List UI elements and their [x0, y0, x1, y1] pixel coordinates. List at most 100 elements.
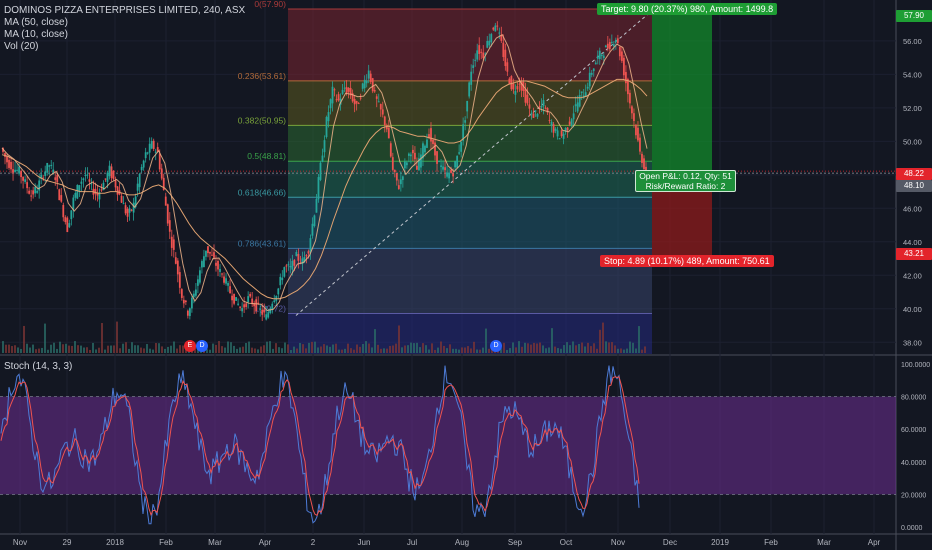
volume-bar: [137, 345, 139, 353]
dividend-event-icon[interactable]: D: [196, 340, 208, 352]
volume-bar: [506, 349, 508, 353]
volume-bar: [560, 348, 562, 353]
volume-bar: [548, 347, 550, 353]
candle-body: [144, 152, 147, 159]
stoch-legend[interactable]: Stoch (14, 3, 3): [4, 361, 72, 372]
candle-body: [271, 303, 274, 310]
candle-body: [407, 153, 410, 156]
candle-body: [410, 154, 412, 157]
candle-body: [625, 72, 627, 84]
volume-bar: [257, 349, 259, 353]
price-chart-canvas[interactable]: 56.0054.0052.0050.0048.0046.0044.0042.00…: [0, 0, 932, 550]
price-badge-last: 48.22: [896, 168, 932, 180]
candle-body: [448, 172, 450, 179]
candle-body: [606, 43, 609, 49]
candle-body: [309, 238, 312, 253]
candle-body: [393, 170, 396, 173]
candle-body: [160, 168, 163, 179]
dividend-event-icon[interactable]: D: [490, 340, 502, 352]
volume-bar: [245, 342, 247, 353]
candle-body: [136, 183, 139, 191]
candle-body: [154, 151, 157, 153]
volume-bar: [338, 349, 340, 353]
candle-body: [472, 65, 475, 69]
candle-body: [287, 264, 290, 266]
candle-body: [365, 80, 368, 84]
candle-body: [588, 72, 591, 87]
candle-body: [279, 276, 282, 286]
time-axis-label: Nov: [13, 538, 27, 547]
volume-bar: [362, 343, 364, 353]
candle-body: [572, 113, 575, 120]
candle-body: [16, 169, 18, 171]
candle-body: [391, 157, 394, 170]
chart-stage[interactable]: 56.0054.0052.0050.0048.0046.0044.0042.00…: [0, 0, 932, 550]
volume-bar: [629, 341, 631, 353]
candle-body: [259, 308, 262, 310]
candle-body: [343, 87, 346, 89]
candle-body: [209, 251, 211, 254]
candle-body: [267, 312, 270, 318]
candle-body: [219, 268, 221, 272]
candle-body: [249, 294, 252, 297]
volume-legend[interactable]: Vol (20): [4, 41, 245, 53]
candle-body: [255, 299, 258, 311]
candle-body: [355, 101, 358, 104]
candle-body: [44, 171, 47, 177]
symbol-title[interactable]: DOMINOS PIZZA ENTERPRISES LIMITED, 240, …: [4, 5, 245, 17]
candle-body: [12, 169, 14, 173]
volume-bar: [236, 348, 238, 353]
candle-body: [494, 25, 497, 32]
volume-bar: [251, 347, 253, 353]
candle-body: [478, 45, 481, 54]
pnl-box[interactable]: Open P&L: 0.12, Qty: 51 Risk/Reward Rati…: [635, 170, 736, 192]
volume-bar: [341, 349, 343, 353]
candle-body: [205, 250, 207, 257]
volume-bar: [290, 349, 292, 353]
ma50-legend[interactable]: MA (50, close): [4, 17, 245, 29]
volume-bar: [611, 342, 613, 353]
fib-level-label: 0.786(43.61): [238, 238, 286, 248]
volume-bar: [260, 346, 262, 353]
time-axis-label: Mar: [817, 538, 831, 547]
volume-bar: [458, 349, 460, 353]
candle-body: [542, 100, 545, 107]
volume-bar: [359, 346, 361, 353]
candle-body: [440, 165, 442, 167]
price-tick-label: 56.00: [903, 37, 922, 46]
candle-body: [50, 164, 53, 166]
earnings-event-icon[interactable]: E: [184, 340, 196, 352]
candle-body: [192, 293, 195, 298]
candle-body: [82, 178, 85, 181]
volume-bar: [299, 342, 301, 353]
volume-bar: [383, 348, 385, 353]
volume-bar: [416, 342, 418, 353]
candle-body: [486, 40, 489, 48]
pnl-line-1: Open P&L: 0.12, Qty: 51: [639, 171, 732, 181]
price-badge-stop: 43.21: [896, 248, 932, 260]
volume-bar: [488, 348, 490, 353]
volume-bar: [446, 348, 448, 353]
candle-body: [466, 100, 469, 112]
candle-body: [166, 204, 169, 224]
candle-body: [211, 254, 213, 256]
candle-body: [116, 186, 119, 195]
volume-bar: [74, 341, 76, 353]
candle-body: [416, 165, 418, 170]
candle-body: [548, 120, 551, 122]
candle-body: [100, 189, 103, 191]
candle-body: [146, 152, 149, 154]
volume-bar: [530, 344, 532, 353]
volume-bar: [59, 341, 61, 353]
volume-bar: [431, 343, 433, 353]
ma10-legend[interactable]: MA (10, close): [4, 29, 245, 41]
price-tick-label: 50.00: [903, 137, 922, 146]
candle-body: [412, 149, 414, 154]
candle-body: [285, 265, 288, 267]
volume-bar: [101, 323, 103, 353]
candle-body: [432, 139, 434, 145]
volume-bar: [428, 349, 430, 353]
volume-bar: [242, 346, 244, 353]
candle-body: [112, 170, 115, 180]
volume-bar: [83, 347, 85, 353]
